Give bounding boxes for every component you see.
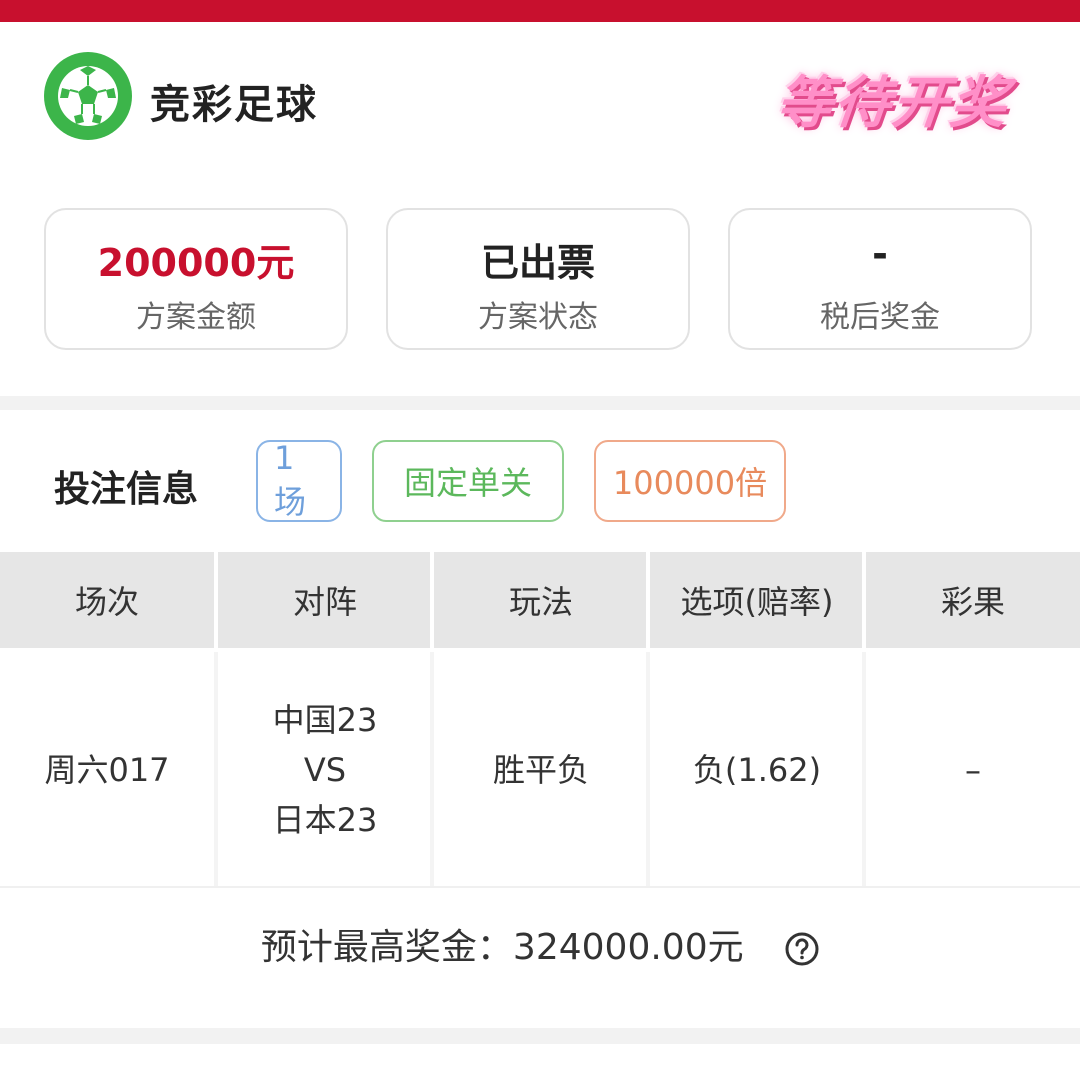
column-separator bbox=[646, 652, 650, 888]
plan-amount-label: 方案金额 bbox=[136, 300, 256, 335]
header-teams: 对阵 bbox=[292, 583, 357, 621]
header-option-odds: 选项(赔率) bbox=[680, 583, 834, 621]
plan-amount-value: 200000元 bbox=[97, 241, 295, 285]
header-separator bbox=[862, 552, 866, 648]
plan-status-value: 已出票 bbox=[480, 241, 595, 285]
header-separator bbox=[430, 552, 434, 648]
header-play-type: 玩法 bbox=[508, 583, 573, 621]
header-separator bbox=[646, 552, 650, 648]
max-prize-text: 预计最高奖金：324000.00元 bbox=[260, 927, 744, 968]
app-title: 竞彩足球 bbox=[150, 82, 318, 128]
max-prize-line: 预计最高奖金：324000.00元 bbox=[0, 918, 1080, 970]
after-tax-prize-card: - 税后奖金 bbox=[728, 208, 1032, 350]
after-tax-prize-label: 税后奖金 bbox=[820, 300, 940, 335]
plan-status-label: 方案状态 bbox=[478, 300, 598, 335]
table-header-row: 场次 对阵 玩法 选项(赔率) 彩果 bbox=[0, 552, 1080, 648]
after-tax-prize-value: - bbox=[872, 232, 888, 276]
header-match-no: 场次 bbox=[74, 583, 139, 621]
top-status-bar bbox=[0, 0, 1080, 22]
header-result: 彩果 bbox=[940, 583, 1005, 621]
column-separator bbox=[214, 652, 218, 888]
plan-status-card: 已出票 方案状态 bbox=[386, 208, 690, 350]
table-row: 周六017 中国23 VS 日本23 胜平负 负(1.62) – bbox=[0, 652, 1080, 888]
column-separator bbox=[430, 652, 434, 888]
tag-match-count: 1场 bbox=[256, 439, 342, 522]
header-separator bbox=[214, 552, 218, 648]
bet-info-title: 投注信息 bbox=[54, 469, 199, 510]
cell-match-no: 周六017 bbox=[44, 751, 170, 789]
bottom-divider bbox=[0, 1028, 1080, 1044]
tag-multiplier: 100000倍 bbox=[594, 440, 786, 522]
question-circle-icon[interactable] bbox=[785, 932, 819, 966]
home-team: 中国23 bbox=[272, 701, 378, 739]
table-bottom-border bbox=[0, 886, 1080, 888]
cell-option-odds: 负(1.62) bbox=[692, 751, 822, 789]
cell-result: – bbox=[965, 751, 981, 789]
vs-label: VS bbox=[303, 751, 347, 789]
soccer-ball-icon bbox=[44, 52, 132, 140]
away-team: 日本23 bbox=[272, 801, 378, 839]
cell-play-type: 胜平负 bbox=[492, 751, 589, 789]
header: 竞彩足球 等待开奖 bbox=[0, 22, 1080, 192]
section-divider bbox=[0, 396, 1080, 410]
tag-bet-type: 固定单关 bbox=[372, 440, 564, 522]
column-separator bbox=[862, 652, 866, 888]
cell-teams: 中国23 VS 日本23 bbox=[218, 652, 432, 888]
plan-amount-card: 200000元 方案金额 bbox=[44, 208, 348, 350]
status-banner: 等待开奖 bbox=[773, 70, 1012, 136]
